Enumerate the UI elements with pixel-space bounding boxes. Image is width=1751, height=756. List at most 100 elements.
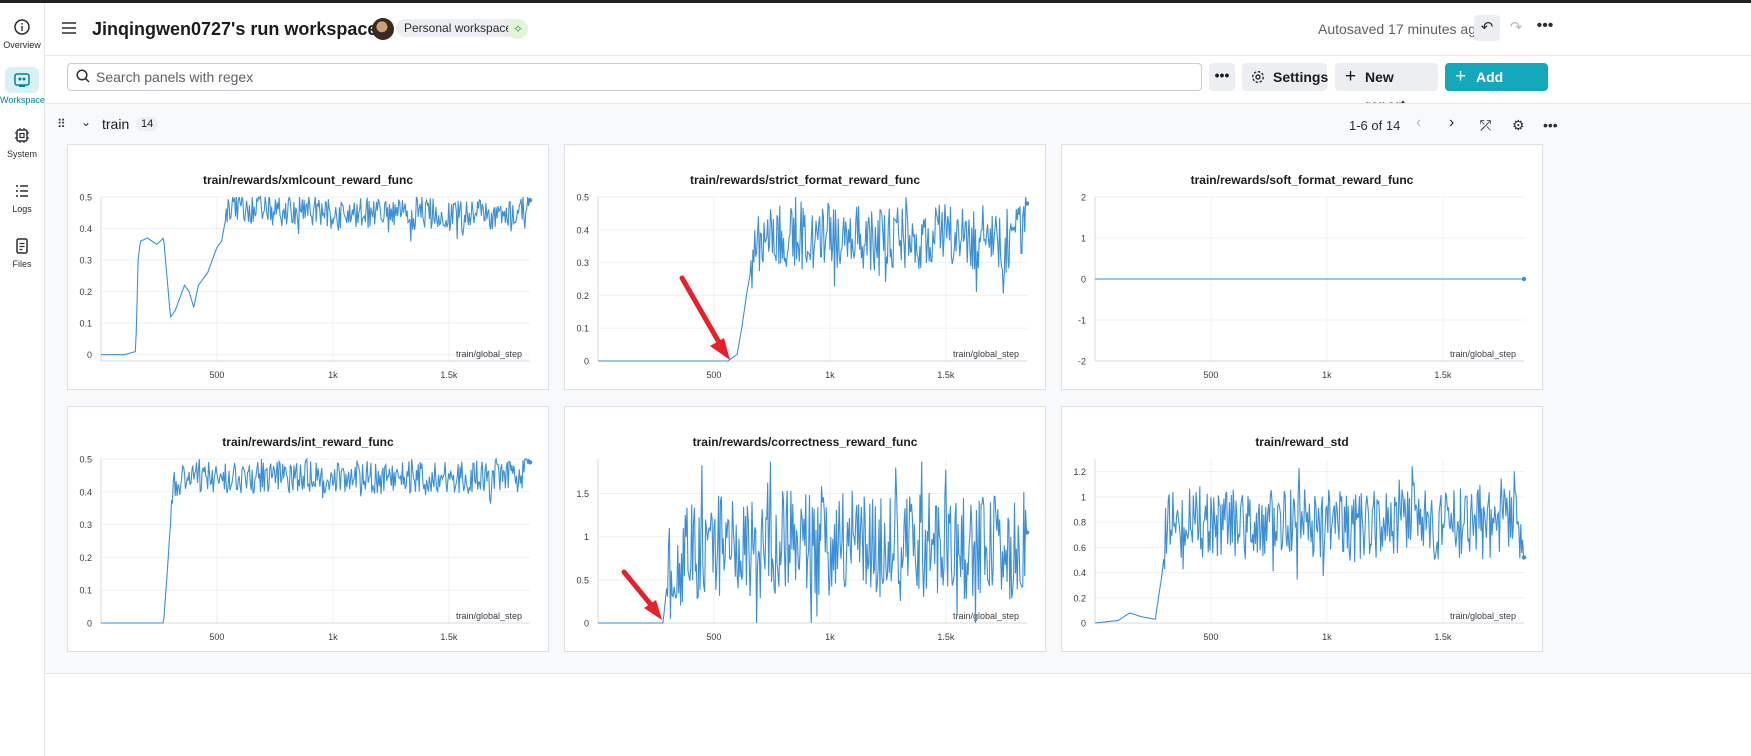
- chevron-left-icon[interactable]: ‹: [1416, 114, 1421, 132]
- chart-panel[interactable]: train/rewards/int_reward_func 0 0.1 0.2 0.3…: [67, 406, 549, 652]
- y-tick-label: 0: [87, 619, 92, 629]
- series-line: [598, 196, 1028, 362]
- y-tick-label: 0.8: [1073, 518, 1086, 528]
- workspace-badge[interactable]: Personal workspace: [396, 19, 521, 37]
- line-chart-3: 0 0.1 0.2 0.3 0.4 0.5 500 1k 1.5k train/global_st…: [79, 455, 533, 642]
- y-tick-label: 1.2: [1073, 467, 1086, 477]
- new-report-button[interactable]: + New report: [1335, 63, 1438, 113]
- x-axis-label: train/global_step: [456, 349, 522, 359]
- drag-handle-icon[interactable]: ⠿: [57, 117, 66, 131]
- chart-panel[interactable]: train/rewards/soft_format_reward_func -2…: [1061, 144, 1543, 390]
- annotation-arrow-1: [679, 275, 730, 360]
- x-tick-label: 1k: [825, 632, 835, 642]
- y-tick-label: 1: [584, 532, 589, 542]
- y-tick-label: 0.5: [79, 455, 92, 465]
- rail-item-system[interactable]: System: [0, 126, 44, 159]
- section-title: train: [102, 116, 130, 132]
- y-tick-label: 0.4: [1073, 568, 1086, 578]
- x-tick-label: 500: [1203, 370, 1218, 380]
- pin-icon[interactable]: ⤱: [1480, 117, 1491, 134]
- rail-item-overview[interactable]: Overview: [0, 17, 44, 50]
- x-tick-label: 500: [706, 370, 721, 380]
- y-tick-label: 0.1: [79, 586, 92, 596]
- chevron-right-icon[interactable]: ›: [1449, 114, 1454, 132]
- x-tick-label: 500: [209, 370, 224, 380]
- rail-item-logs[interactable]: Logs: [0, 181, 44, 214]
- undo-icon[interactable]: ↶: [1474, 15, 1500, 41]
- rail-item-files[interactable]: Files: [0, 236, 44, 269]
- search-panels[interactable]: [67, 63, 1202, 91]
- series-endpoint: [527, 460, 533, 465]
- y-tick-label: 1: [1081, 492, 1086, 502]
- avatar[interactable]: [372, 18, 394, 40]
- sparkle-icon[interactable]: ✧: [508, 19, 528, 39]
- y-tick-label: 1: [1081, 234, 1086, 244]
- y-tick-label: 0.2: [576, 291, 589, 301]
- workspace-icon: [14, 73, 30, 87]
- x-tick-label: 1.5k: [937, 370, 955, 380]
- y-tick-label: 0.2: [79, 287, 92, 297]
- rail-label: Logs: [12, 204, 32, 214]
- x-tick-label: 1.5k: [1434, 370, 1452, 380]
- y-tick-label: 0: [1081, 619, 1086, 629]
- add-panels-button[interactable]: + Add panels: [1445, 63, 1548, 113]
- rail-label: Files: [12, 259, 32, 269]
- x-tick-label: 1.5k: [937, 632, 955, 642]
- chart-panel[interactable]: train/rewards/strict_format_reward_func …: [564, 144, 1046, 390]
- line-chart-2: -2 -1 0 1 2 500 1k 1.5k train/global_step: [1078, 193, 1527, 380]
- gear-icon[interactable]: ⚙: [1512, 117, 1525, 134]
- x-axis-label: train/global_step: [1450, 611, 1516, 621]
- list-icon: [16, 185, 28, 197]
- y-tick-label: 0.5: [576, 193, 589, 203]
- section-header: ⠿ ⌄ train 14 1-6 of 14 ‹ › ⤱ ⚙ •••: [45, 104, 1751, 144]
- search-input[interactable]: [94, 66, 1188, 88]
- x-tick-label: 1k: [1322, 370, 1332, 380]
- rail-item-workspace[interactable]: Workspace: [0, 67, 45, 105]
- y-tick-label: 0.4: [576, 225, 589, 235]
- plus-icon: +: [1345, 66, 1357, 87]
- series-line: [101, 195, 531, 356]
- y-tick-label: 0: [1081, 275, 1086, 285]
- x-tick-label: 1.5k: [1434, 632, 1452, 642]
- line-chart-5: 0 0.2 0.4 0.6 0.8 1 1.2 500 1k 1.5k train/global_s…: [1073, 459, 1527, 642]
- hamburger-menu-icon[interactable]: [62, 22, 76, 34]
- x-tick-label: 500: [706, 632, 721, 642]
- chevron-down-icon[interactable]: ⌄: [81, 115, 91, 129]
- series-endpoint: [1521, 555, 1527, 560]
- x-tick-label: 500: [209, 632, 224, 642]
- x-axis-label: train/global_step: [953, 349, 1019, 359]
- series-endpoint: [1024, 201, 1030, 206]
- settings-label: Settings: [1273, 69, 1329, 85]
- x-tick-label: 1.5k: [440, 632, 458, 642]
- toolbar-more-button[interactable]: •••: [1209, 63, 1235, 91]
- chart-panel[interactable]: train/rewards/xmlcount_reward_func 0 0.1 0…: [67, 144, 549, 390]
- file-icon: [16, 238, 28, 254]
- y-tick-label: 2: [1081, 193, 1086, 203]
- x-tick-label: 1k: [825, 370, 835, 380]
- more-options-icon[interactable]: •••: [1543, 117, 1558, 133]
- series-endpoint: [1521, 276, 1527, 282]
- section-count-badge: 14: [136, 117, 159, 131]
- rail-label: Overview: [3, 40, 41, 50]
- settings-button[interactable]: Settings: [1242, 63, 1329, 91]
- workspace-header: Jinqingwen0727's run workspace Personal …: [45, 3, 1751, 56]
- panel-section-train: ⠿ ⌄ train 14 1-6 of 14 ‹ › ⤱ ⚙ ••• train…: [45, 103, 1751, 674]
- x-axis-label: train/global_step: [953, 611, 1019, 621]
- y-tick-label: 0.2: [1073, 593, 1086, 603]
- y-tick-label: 0.2: [79, 553, 92, 563]
- y-tick-label: 0.3: [79, 520, 92, 530]
- x-tick-label: 1.5k: [440, 370, 458, 380]
- y-tick-label: 0.4: [79, 487, 92, 497]
- y-tick-label: 0.3: [576, 258, 589, 268]
- info-icon: [14, 19, 30, 35]
- y-tick-label: -2: [1078, 357, 1086, 367]
- x-tick-label: 500: [1203, 632, 1218, 642]
- line-chart-0: 0 0.1 0.2 0.3 0.4 0.5 500 1k 1.5k train/global_st…: [79, 193, 533, 380]
- page-title: Jinqingwen0727's run workspace: [92, 19, 378, 39]
- y-tick-label: 0.6: [1073, 543, 1086, 553]
- y-tick-label: 1.5: [576, 489, 589, 499]
- chart-panel[interactable]: train/reward_std 0 0.2 0.4 0.6 0.8 1 1.2 500 1k 1…: [1061, 406, 1543, 652]
- redo-icon[interactable]: ↷: [1503, 15, 1529, 41]
- y-tick-label: 0: [584, 357, 589, 367]
- more-options-icon[interactable]: •••: [1532, 15, 1558, 41]
